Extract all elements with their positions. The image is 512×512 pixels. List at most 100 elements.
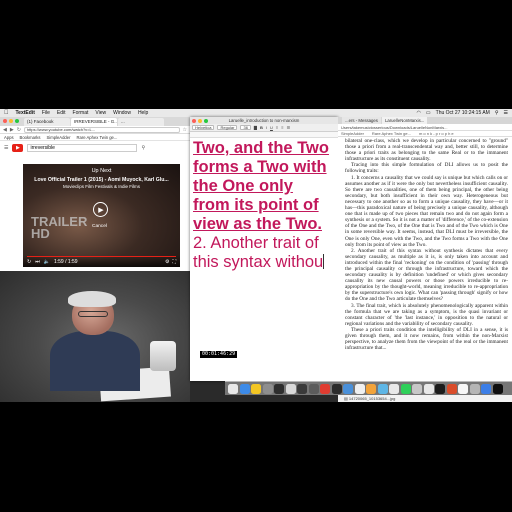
battery-icon[interactable]: ▭ <box>426 110 431 116</box>
wifi-icon[interactable]: ◠ <box>417 110 421 116</box>
dock-app-icon[interactable] <box>492 383 503 394</box>
bold-line-5: view as the Two. <box>193 215 322 233</box>
italic-icon[interactable]: I <box>266 125 267 130</box>
dock-app-icon[interactable] <box>239 383 250 394</box>
video-player[interactable]: Up Next Love Official Trailer 1 (2015) -… <box>23 164 180 267</box>
volume-icon[interactable]: 🔈 <box>44 259 50 265</box>
settings-gear-icon[interactable]: ⚙ <box>165 259 169 265</box>
tab-laruelle-pdf[interactable]: LaruelleNonMarxis... <box>381 117 428 124</box>
youtube-header: ☰ ▶ irreversible ⚲ <box>0 141 190 155</box>
next-icon[interactable]: ⏭ <box>35 259 40 265</box>
bold-line-1: Two, and the Two <box>193 139 329 157</box>
dock-app-icon[interactable] <box>366 383 376 394</box>
download-file-icon[interactable]: ▤ <box>344 396 348 401</box>
textedit-document-body[interactable]: Two, and the Two forms a Two with the On… <box>190 138 338 273</box>
pdf-path-field[interactable]: Users/takemusictosserious/Downloads/Laru… <box>338 124 512 131</box>
list-icon[interactable]: ☰ <box>287 125 291 130</box>
tab-other[interactable]: ... <box>118 118 164 126</box>
tab-facebook[interactable]: (1) Facebook <box>24 118 70 126</box>
dock-app-icon[interactable] <box>377 383 388 394</box>
youtube-search-input[interactable]: irreversible <box>27 144 138 152</box>
dock-app-icon[interactable] <box>308 383 319 394</box>
pdf-bookmark-simpleadder[interactable]: SimpleAdder <box>341 131 364 136</box>
underline-icon[interactable]: U <box>270 125 273 130</box>
dock-app-icon[interactable] <box>274 383 284 394</box>
youtube-logo[interactable]: ▶ <box>12 144 24 152</box>
dock-app-icon[interactable] <box>400 383 411 394</box>
dock-app-icon[interactable] <box>389 383 399 394</box>
up-next-title[interactable]: Love Official Trailer 1 (2015) - Aomi Mu… <box>23 177 180 183</box>
dock-app-icon[interactable] <box>331 383 342 394</box>
hd-text: HD <box>31 226 50 241</box>
mac-dock <box>225 381 512 395</box>
spotlight-search-icon[interactable]: ⚲ <box>495 110 499 116</box>
zoom-window-button[interactable] <box>15 119 19 123</box>
bookmark-simpleadder[interactable]: SimpleAdder <box>47 135 71 140</box>
download-file-name[interactable]: 14720065_10153654...jpg <box>349 396 396 401</box>
play-icon[interactable]: ▶ <box>93 202 108 217</box>
video-progress-bar[interactable] <box>27 255 176 257</box>
align-left-icon[interactable]: ≡ <box>276 125 278 130</box>
dock-app-icon[interactable] <box>412 383 422 394</box>
pdf-paragraph-6: These a priori traits condition the inte… <box>345 326 508 352</box>
hamburger-menu-icon[interactable]: ☰ <box>4 145 8 151</box>
textedit-minimize-button[interactable] <box>198 118 202 123</box>
pdf-bookmark-aphex[interactable]: Rare Aphex Twin ge... <box>372 131 411 136</box>
reload-icon[interactable]: ↻ <box>17 127 21 133</box>
menu-view[interactable]: View <box>95 110 106 116</box>
dock-app-icon[interactable] <box>320 383 330 394</box>
dock-app-icon[interactable] <box>251 383 261 394</box>
dock-app-icon[interactable] <box>435 383 445 394</box>
menu-clock[interactable]: Thu Oct 27 10:24:15 AM <box>436 110 490 116</box>
apple-menu-icon[interactable]:  <box>4 110 9 116</box>
bookmark-aphex[interactable]: Rare Aphex Twin ge... <box>76 135 117 140</box>
bold-line-2: forms a Two with <box>193 158 327 176</box>
dock-app-icon[interactable] <box>262 383 273 394</box>
close-window-button[interactable] <box>3 119 7 123</box>
bookmark-folder[interactable]: Bookmarks <box>20 135 41 140</box>
menu-file[interactable]: File <box>42 110 50 116</box>
dock-app-icon[interactable] <box>423 383 434 394</box>
menu-app-name[interactable]: TextEdit <box>16 110 35 116</box>
dock-app-icon[interactable] <box>343 383 353 394</box>
dock-app-icon[interactable] <box>297 383 307 394</box>
dock-app-icon[interactable] <box>446 383 457 394</box>
textedit-zoom-button[interactable] <box>204 118 208 123</box>
align-center-icon[interactable]: ≡ <box>281 125 283 130</box>
font-family-select[interactable]: Helvetica <box>192 125 215 130</box>
speaker-hair <box>68 291 116 307</box>
dock-app-icon[interactable] <box>469 383 480 394</box>
menu-format[interactable]: Format <box>73 110 89 116</box>
font-size-select[interactable]: 36 <box>240 125 251 130</box>
bookmark-apps[interactable]: Apps <box>4 135 14 140</box>
dock-app-icon[interactable] <box>458 383 468 394</box>
font-style-select[interactable]: Regular <box>217 125 238 130</box>
tab-youtube-irreversible[interactable]: IRREVERSIBLE - G... <box>71 118 117 126</box>
pdf-paragraph-2: Tracing into this simple formulation of … <box>345 162 508 175</box>
search-icon[interactable]: ⚲ <box>141 145 145 151</box>
dock-app-icon[interactable] <box>354 383 365 394</box>
bookmark-star-icon[interactable]: ☆ <box>183 127 187 133</box>
bookmarks-bar: Apps Bookmarks SimpleAdder Rare Aphex Tw… <box>0 134 190 141</box>
menu-edit[interactable]: Edit <box>57 110 66 116</box>
dock-app-icon[interactable] <box>481 383 491 394</box>
cancel-autoplay-button[interactable]: Cancel <box>92 224 107 229</box>
menu-help[interactable]: Help <box>138 110 148 116</box>
fullscreen-icon[interactable]: ⛶ <box>172 259 176 265</box>
minimize-window-button[interactable] <box>9 119 13 123</box>
pdf-bookmark-monk[interactable]: m o n k - p r o p h e <box>419 131 454 136</box>
menu-window[interactable]: Window <box>113 110 131 116</box>
pdf-document-text: bilateral one-class, which we develop in… <box>338 137 512 351</box>
forward-icon[interactable]: ▶ <box>10 127 14 133</box>
dock-app-icon[interactable] <box>228 383 238 394</box>
video-time: 1:59 / 1:59 <box>53 259 78 265</box>
text-color-icon[interactable]: ▇ <box>254 125 257 130</box>
textedit-close-button[interactable] <box>192 118 196 123</box>
replay-icon[interactable]: ↻ <box>27 259 31 265</box>
tab-messages[interactable]: ...ers - Messages <box>342 117 381 124</box>
url-field[interactable]: https://www.youtube.com/watch?v=L... <box>23 126 180 133</box>
back-icon[interactable]: ◀ <box>3 127 7 133</box>
notification-center-icon[interactable]: ☰ <box>504 110 508 116</box>
bold-icon[interactable]: B <box>260 125 263 130</box>
dock-app-icon[interactable] <box>285 383 296 394</box>
